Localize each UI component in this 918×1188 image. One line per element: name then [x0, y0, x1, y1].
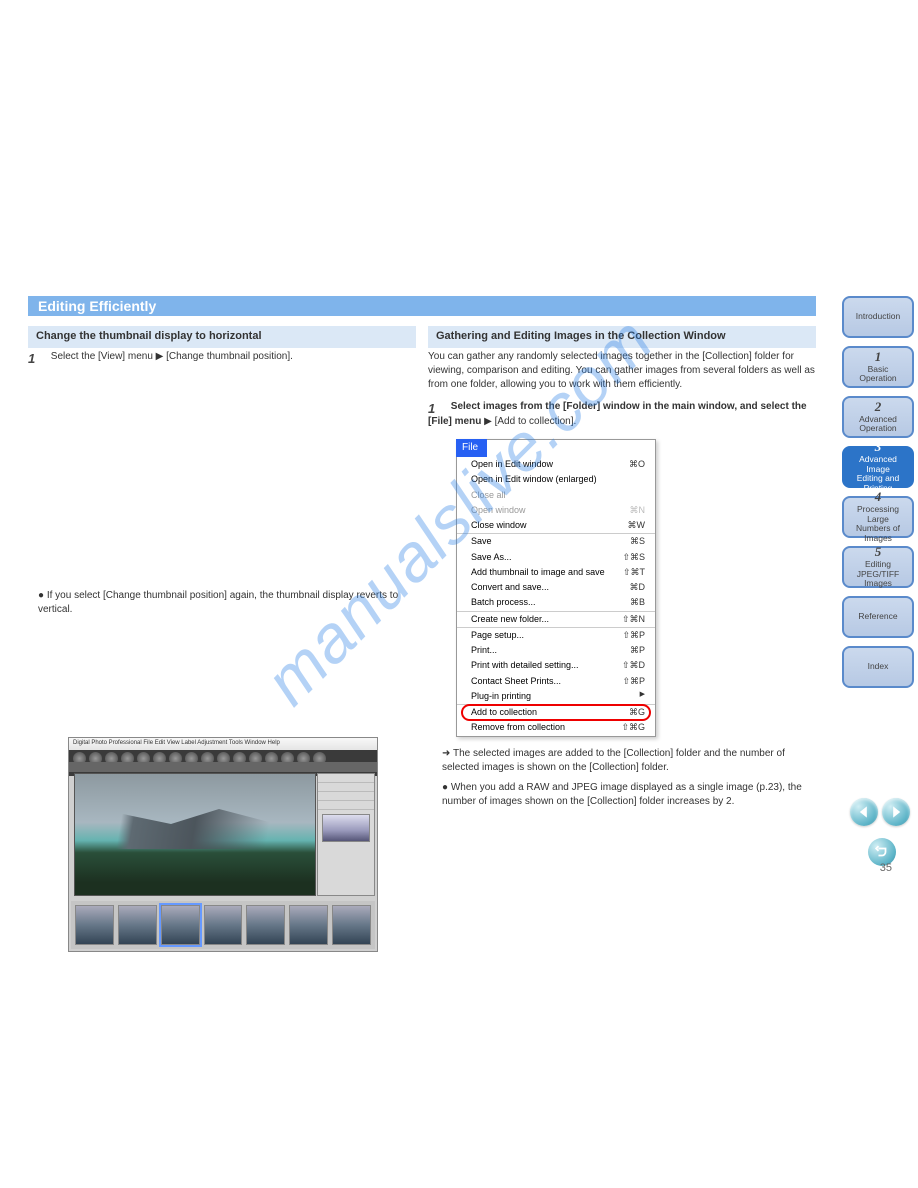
nav-button[interactable]: 5EditingJPEG/TIFFImages: [842, 546, 914, 588]
menu-item-contact-sheet-prints[interactable]: Contact Sheet Prints...⇧⌘P: [457, 674, 655, 689]
nav-button[interactable]: Reference: [842, 596, 914, 638]
col2-bullet-0: The selected images are added to the [Co…: [442, 748, 785, 773]
app-window-title: [69, 762, 377, 772]
right-panel: [317, 773, 375, 896]
histogram: [322, 814, 370, 842]
col1-step1-text: Select the [View] menu ▶ [Change thumbna…: [51, 351, 293, 362]
menu-item-convert-and-save[interactable]: Convert and save...⌘D: [457, 580, 655, 595]
section-title-bar: Editing Efficiently: [28, 296, 816, 316]
file-menu-dropdown: File Open in Edit window⌘OOpen in Edit w…: [456, 439, 656, 737]
col2-header: Gathering and Editing Images in the Coll…: [428, 326, 816, 348]
preview-photo: [74, 773, 316, 896]
thumbnail-strip: [71, 901, 375, 949]
sidebar-nav: Introduction 1BasicOperation 2AdvancedOper…: [842, 296, 914, 696]
menu-item-close-all: Close all: [457, 488, 655, 503]
step-number-1-col1: 1: [28, 350, 43, 365]
col2-step1-tail: ▶ [Add to collection].: [481, 416, 576, 427]
col2-bullet-1: When you add a RAW and JPEG image displa…: [442, 782, 802, 807]
col2-intro: You can gather any randomly selected ima…: [428, 350, 816, 392]
menu-item-close-window[interactable]: Close window⌘W: [457, 518, 655, 533]
menu-item-page-setup[interactable]: Page setup...⇧⌘P: [457, 628, 655, 643]
section-title: Editing Efficiently: [28, 298, 156, 314]
col1-note: ●: [38, 590, 47, 601]
nav-button[interactable]: Index: [842, 646, 914, 688]
menu-item-print[interactable]: Print...⌘P: [457, 643, 655, 658]
prev-page-button[interactable]: [850, 798, 878, 826]
menu-item-save[interactable]: Save⌘S: [457, 534, 655, 549]
menu-item-batch-process[interactable]: Batch process...⌘B: [457, 595, 655, 610]
nav-button[interactable]: 1BasicOperation: [842, 346, 914, 388]
file-menu-tab[interactable]: File: [456, 439, 487, 457]
mac-menubar: Digital Photo Professional File Edit Vie…: [69, 738, 377, 750]
nav-button[interactable]: 2AdvancedOperation: [842, 396, 914, 438]
col1-note-text: If you select [Change thumbnail position…: [38, 590, 398, 615]
menu-item-remove-from-collection[interactable]: Remove from collection⇧⌘G: [457, 720, 655, 735]
step-number-1-col2: 1: [428, 400, 443, 415]
menu-item-add-thumbnail-to-image-and-save[interactable]: Add thumbnail to image and save⇧⌘T: [457, 565, 655, 580]
nav-button[interactable]: Introduction: [842, 296, 914, 338]
col2-header-text: Gathering and Editing Images in the Coll…: [436, 330, 726, 342]
next-page-button[interactable]: [882, 798, 910, 826]
menu-item-open-in-edit-window-enlarged[interactable]: Open in Edit window (enlarged): [457, 472, 655, 487]
nav-button[interactable]: 4Processing LargeNumbers ofImages: [842, 496, 914, 538]
menu-item-save-as[interactable]: Save As...⇧⌘S: [457, 550, 655, 565]
col1-header: Change the thumbnail display to horizont…: [28, 326, 416, 348]
menu-item-open-in-edit-window[interactable]: Open in Edit window⌘O: [457, 457, 655, 472]
page-number: 35: [880, 862, 892, 874]
menu-item-plug-in-printing[interactable]: Plug-in printing: [457, 689, 655, 704]
nav-button[interactable]: 3Advanced ImageEditing and Printing: [842, 446, 914, 488]
menu-item-add-to-collection[interactable]: Add to collection⌘G: [457, 705, 655, 720]
menu-item-print-with-detailed-setting[interactable]: Print with detailed setting...⇧⌘D: [457, 658, 655, 673]
col1-header-text: Change the thumbnail display to horizont…: [36, 330, 262, 342]
menu-item-create-new-folder[interactable]: Create new folder...⇧⌘N: [457, 612, 655, 627]
page-nav-arrows: [850, 798, 910, 826]
app-screenshot: Digital Photo Professional File Edit Vie…: [68, 737, 378, 952]
col2-body: You can gather any randomly selected ima…: [428, 350, 816, 819]
menu-item-open-window: Open window⌘N: [457, 503, 655, 518]
selected-thumb: [161, 905, 200, 945]
col1-body: 1 Select the [View] menu ▶ [Change thumb…: [28, 350, 416, 617]
